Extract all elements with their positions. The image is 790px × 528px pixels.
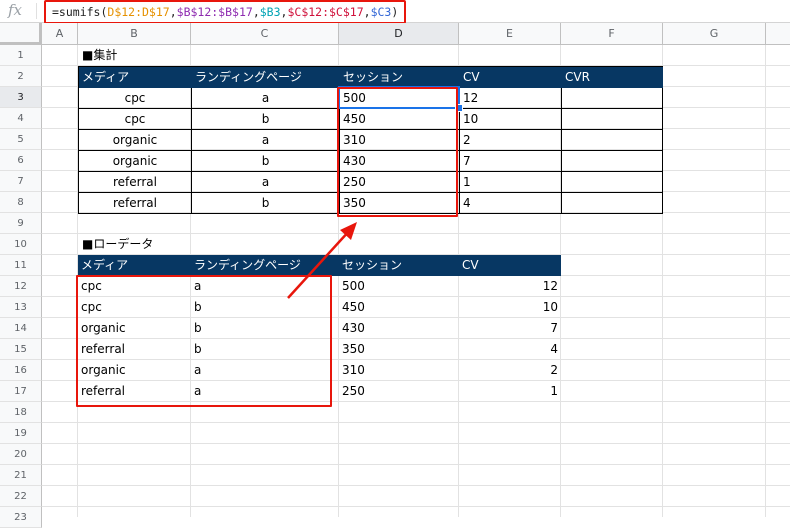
annotation-arrow: [287, 222, 357, 299]
arrow-line: [287, 229, 351, 299]
